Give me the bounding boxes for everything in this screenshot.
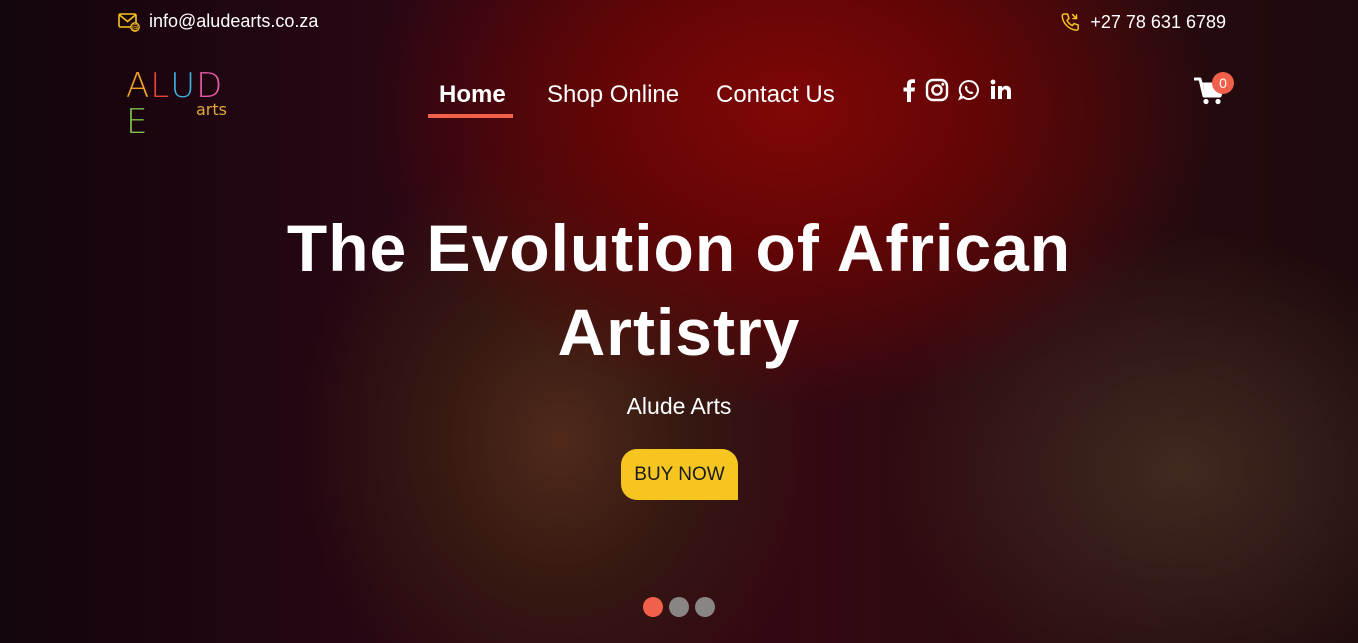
- hero-headline: The Evolution of African Artistry: [0, 206, 1358, 374]
- hero-headline-line-1: The Evolution of African: [286, 211, 1072, 285]
- cart-count-badge: 0: [1212, 72, 1234, 94]
- phone-icon: [1059, 11, 1081, 33]
- email-contact[interactable]: @ info@aludearts.co.za: [118, 11, 318, 32]
- nav-item-shop-online[interactable]: Shop Online: [547, 80, 679, 110]
- facebook-icon[interactable]: [902, 78, 916, 107]
- carousel-dot-2[interactable]: [669, 597, 689, 617]
- linkedin-icon[interactable]: [989, 78, 1013, 107]
- nav-item-contact-us[interactable]: Contact Us: [716, 80, 835, 110]
- phone-contact[interactable]: +27 78 631 6789: [1059, 11, 1226, 33]
- top-bar: @ info@aludearts.co.za +27 78 631 6789: [0, 11, 1358, 37]
- svg-text:@: @: [132, 23, 139, 31]
- mail-icon: @: [118, 12, 140, 32]
- hero-headline-line-2: Artistry: [557, 295, 801, 369]
- buy-now-button[interactable]: BUY NOW: [621, 449, 738, 500]
- cart-icon: [1193, 77, 1226, 110]
- main-nav: Home Shop Online Contact Us: [0, 80, 1358, 120]
- social-links: [902, 78, 1013, 107]
- whatsapp-icon[interactable]: [958, 79, 980, 106]
- instagram-icon[interactable]: [925, 78, 949, 107]
- nav-item-home[interactable]: Home: [439, 80, 506, 110]
- cart-button[interactable]: 0: [1193, 72, 1234, 110]
- hero-subtitle: Alude Arts: [626, 393, 732, 419]
- carousel-dot-3[interactable]: [695, 597, 715, 617]
- active-nav-indicator: [428, 114, 513, 118]
- email-text: info@aludearts.co.za: [149, 11, 319, 31]
- phone-text: +27 78 631 6789: [1090, 11, 1226, 32]
- carousel-dot-1[interactable]: [643, 597, 663, 617]
- carousel-indicators: [643, 597, 715, 617]
